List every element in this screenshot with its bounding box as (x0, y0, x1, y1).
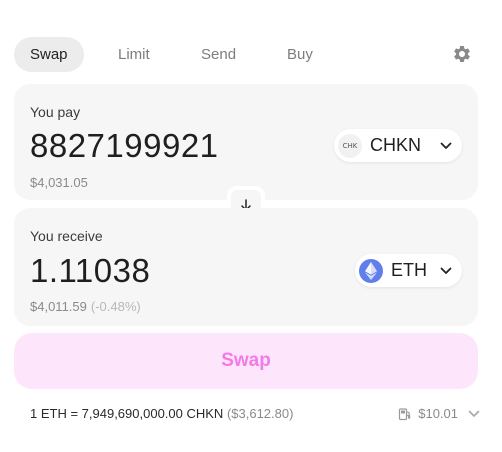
receive-fiat-value: $4,011.59 (-0.48%) (30, 299, 141, 314)
tab-swap[interactable]: Swap (14, 37, 84, 72)
gas-fee-value: $10.01 (418, 406, 458, 421)
eth-token-icon (359, 258, 383, 283)
pay-fiat-amount: $4,031.05 (30, 175, 88, 190)
swap-button[interactable]: Swap (14, 333, 478, 389)
gas-fee: $10.01 (398, 406, 458, 421)
receive-amount-input[interactable]: 1.11038 (30, 252, 150, 290)
receive-token-symbol: ETH (391, 260, 427, 280)
pay-token-selector[interactable]: CHK CHKN (334, 129, 462, 162)
receive-token-selector[interactable]: ETH (355, 254, 462, 287)
price-impact: (-0.48%) (90, 299, 141, 314)
rate-text: 1 ETH = 7,949,690,000.00 CHKN (30, 406, 224, 421)
pay-token-symbol: CHKN (370, 135, 422, 155)
tab-send[interactable]: Send (201, 37, 236, 72)
pay-fiat-value: $4,031.05 (30, 175, 88, 190)
gas-pump-icon (399, 407, 411, 420)
gear-icon[interactable] (452, 44, 472, 64)
chkn-token-icon: CHK (338, 133, 362, 158)
pay-label: You pay (30, 104, 81, 120)
exchange-rate[interactable]: 1 ETH = 7,949,690,000.00 CHKN ($3,612.80… (30, 406, 293, 421)
receive-panel: You receive 1.11038 $4,011.59 (-0.48%) ET… (14, 208, 478, 326)
receive-label: You receive (30, 228, 103, 244)
chevron-down-icon (440, 142, 452, 149)
pay-panel: You pay 8827199921 $4,031.05 CHK CHKN (14, 84, 478, 200)
pay-amount-input[interactable]: 8827199921 (30, 127, 219, 165)
receive-fiat-amount: $4,011.59 (30, 299, 87, 314)
tab-buy[interactable]: Buy (287, 37, 313, 72)
tab-bar: Swap Limit Send Buy (14, 37, 488, 72)
chevron-down-icon (440, 267, 452, 274)
tab-limit[interactable]: Limit (118, 37, 150, 72)
chevron-down-icon[interactable] (468, 410, 480, 418)
rate-fiat-value: ($3,612.80) (226, 406, 294, 421)
